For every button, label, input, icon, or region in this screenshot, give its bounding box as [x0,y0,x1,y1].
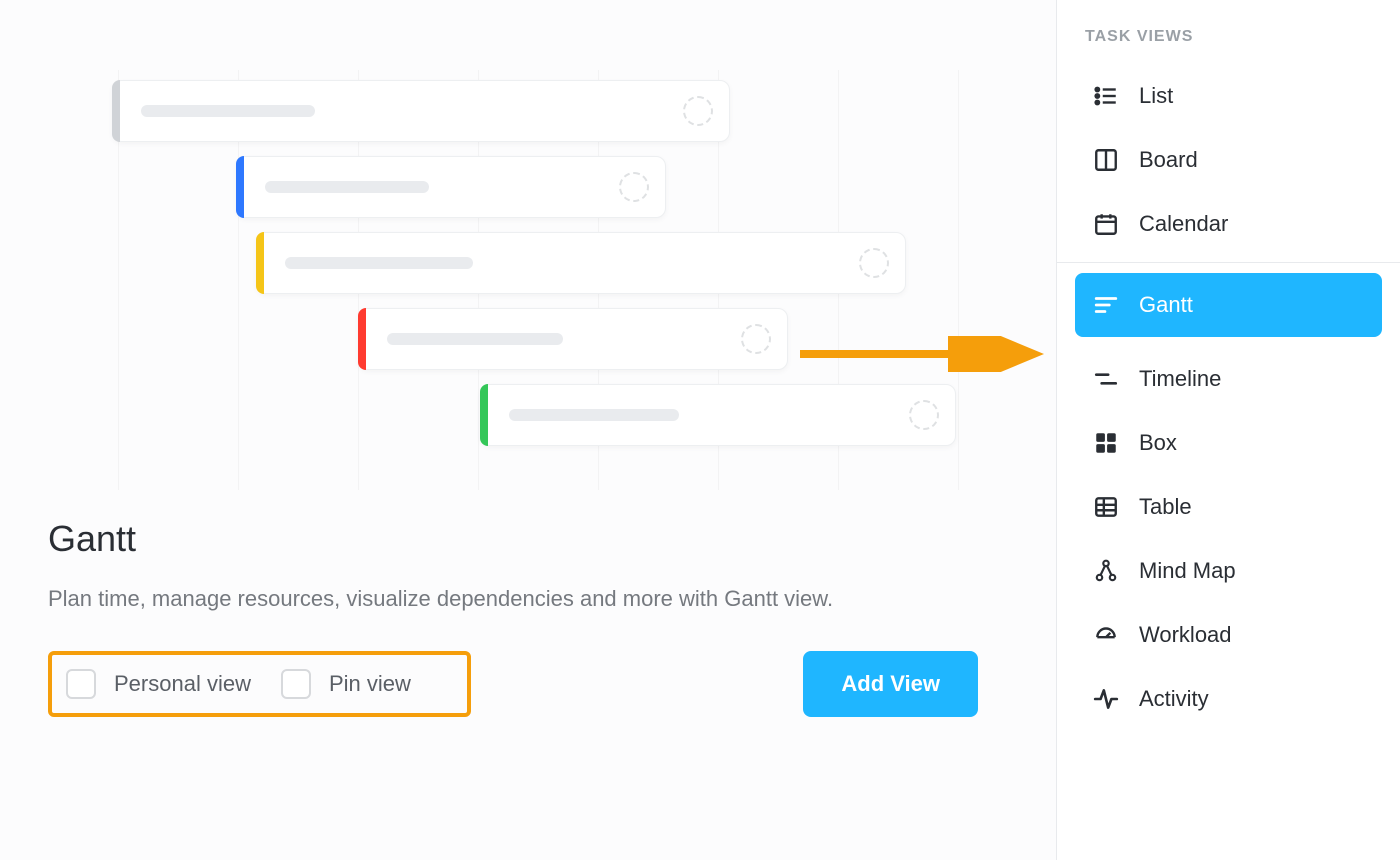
bar-accent [256,232,264,294]
bar-accent [358,308,366,370]
sidebar-item-calendar[interactable]: Calendar [1075,192,1382,256]
gantt-bar [480,384,956,446]
sidebar-item-label: Timeline [1139,366,1221,392]
placeholder-text-icon [509,409,679,421]
sidebar-item-activity[interactable]: Activity [1075,667,1382,731]
assignee-placeholder-icon [683,96,713,126]
checkbox-icon[interactable] [66,669,96,699]
pin-view-option[interactable]: Pin view [281,669,411,699]
table-icon [1093,494,1119,520]
placeholder-text-icon [265,181,429,193]
sidebar-item-label: Workload [1139,622,1232,648]
view-title: Gantt [48,518,1016,560]
main-content: Gantt Plan time, manage resources, visua… [0,0,1056,860]
gantt-bar [112,80,730,142]
checkbox-icon[interactable] [281,669,311,699]
task-views-sidebar: TASK VIEWS List Board Calendar Gantt Timelin… [1056,0,1400,860]
sidebar-item-label: Calendar [1139,211,1228,237]
sidebar-header: TASK VIEWS [1075,28,1382,64]
assignee-placeholder-icon [741,324,771,354]
sidebar-item-workload[interactable]: Workload [1075,603,1382,667]
sidebar-item-mindmap[interactable]: Mind Map [1075,539,1382,603]
gantt-bar [256,232,906,294]
gantt-preview-illustration [48,70,968,490]
sidebar-item-box[interactable]: Box [1075,411,1382,475]
workload-icon [1093,622,1119,648]
sidebar-item-label: Gantt [1139,292,1193,318]
personal-view-option[interactable]: Personal view [66,669,251,699]
sidebar-item-gantt[interactable]: Gantt [1075,273,1382,337]
timeline-icon [1093,366,1119,392]
box-icon [1093,430,1119,456]
list-icon [1093,83,1119,109]
sidebar-item-label: List [1139,83,1173,109]
sidebar-item-board[interactable]: Board [1075,128,1382,192]
gantt-bar [358,308,788,370]
assignee-placeholder-icon [859,248,889,278]
placeholder-text-icon [285,257,473,269]
add-view-button[interactable]: Add View [803,651,978,717]
sidebar-item-label: Board [1139,147,1198,173]
sidebar-divider [1057,262,1400,263]
sidebar-item-label: Table [1139,494,1192,520]
sidebar-item-label: Activity [1139,686,1209,712]
bar-accent [112,80,120,142]
view-options-highlight: Personal view Pin view [48,651,471,717]
sidebar-item-timeline[interactable]: Timeline [1075,347,1382,411]
gantt-bar [236,156,666,218]
options-row: Personal view Pin view Add View [48,651,978,717]
gantt-icon [1093,292,1119,318]
bar-accent [236,156,244,218]
assignee-placeholder-icon [619,172,649,202]
sidebar-item-label: Mind Map [1139,558,1236,584]
sidebar-item-list[interactable]: List [1075,64,1382,128]
pin-view-label: Pin view [329,671,411,697]
sidebar-items: List Board Calendar Gantt Timeline Box Table Mi… [1075,64,1382,731]
placeholder-text-icon [141,105,315,117]
activity-icon [1093,686,1119,712]
assignee-placeholder-icon [909,400,939,430]
sidebar-item-table[interactable]: Table [1075,475,1382,539]
placeholder-text-icon [387,333,563,345]
sidebar-item-label: Box [1139,430,1177,456]
personal-view-label: Personal view [114,671,251,697]
mindmap-icon [1093,558,1119,584]
board-icon [1093,147,1119,173]
calendar-icon [1093,211,1119,237]
bar-accent [480,384,488,446]
view-description: Plan time, manage resources, visualize d… [48,580,918,617]
